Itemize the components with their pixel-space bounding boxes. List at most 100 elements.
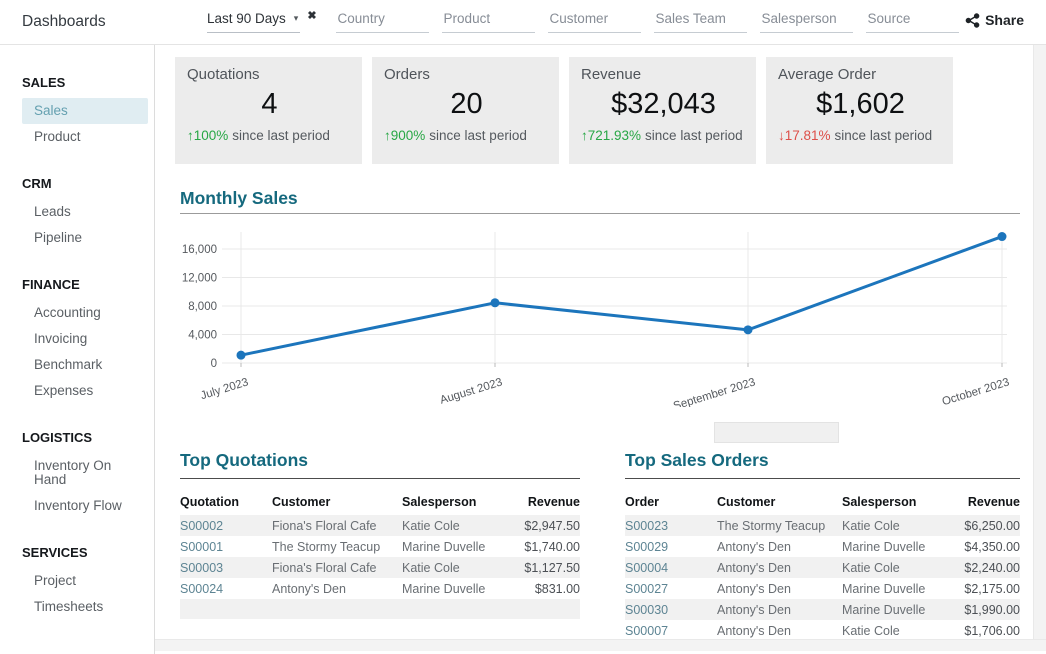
salesperson-cell: Marine Duvelle xyxy=(842,599,960,620)
revenue-cell: $2,175.00 xyxy=(960,578,1020,599)
clear-filter-icon[interactable]: ✖ xyxy=(307,9,316,22)
salesperson-cell: Katie Cole xyxy=(402,557,514,578)
sidebar-section-header: SALES xyxy=(22,75,154,90)
sidebar-section-header: FINANCE xyxy=(22,277,154,292)
svg-text:August 2023: August 2023 xyxy=(439,376,504,406)
kpi-card-average-order: Average Order$1,602↓17.81%since last per… xyxy=(766,57,953,164)
sidebar-item-leads[interactable]: Leads xyxy=(22,199,148,225)
record-link[interactable]: S00029 xyxy=(625,536,717,557)
arrow-up-icon: ↑ xyxy=(187,128,194,143)
salesperson-cell: Katie Cole xyxy=(842,620,960,641)
top-quotations-title: Top Quotations xyxy=(180,450,580,479)
kpi-delta-suffix: since last period xyxy=(645,128,743,143)
revenue-cell: $1,127.50 xyxy=(514,557,580,578)
kpi-card-orders: Orders20↑900%since last period xyxy=(372,57,559,164)
sidebar-item-invoicing[interactable]: Invoicing xyxy=(22,326,148,352)
filter-input-customer[interactable] xyxy=(548,8,641,33)
sidebar-item-accounting[interactable]: Accounting xyxy=(22,300,148,326)
kpi-delta-suffix: since last period xyxy=(232,128,330,143)
record-link[interactable]: S00023 xyxy=(625,515,717,536)
salesperson-cell xyxy=(402,599,514,619)
record-link[interactable]: S00002 xyxy=(180,515,272,536)
sidebar-item-inventory-on-hand[interactable]: Inventory On Hand xyxy=(22,453,148,493)
record-link[interactable]: S00001 xyxy=(180,536,272,557)
record-link[interactable]: S00004 xyxy=(625,557,717,578)
record-link[interactable]: S00027 xyxy=(625,578,717,599)
sidebar-nav: SALES SalesProduct CRMLeadsPipeline FINANCE… xyxy=(0,75,154,620)
customer-cell: Antony's Den xyxy=(717,599,842,620)
sidebar-item-product[interactable]: Product xyxy=(22,124,148,150)
sidebar-item-project[interactable]: Project xyxy=(22,568,148,594)
filter-input-source[interactable] xyxy=(866,8,959,33)
salesperson-cell: Marine Duvelle xyxy=(402,536,514,557)
revenue-cell: $2,947.50 xyxy=(514,515,580,536)
revenue-cell: $4,350.00 xyxy=(960,536,1020,557)
sidebar-item-timesheets[interactable]: Timesheets xyxy=(22,594,148,620)
sidebar-item-expenses[interactable]: Expenses xyxy=(22,378,148,404)
kpi-delta-percent: 17.81% xyxy=(785,128,831,143)
top-bar: Dashboards Last 90 Days ▾ ✖ Share xyxy=(0,0,1046,45)
filter-input-sales-team[interactable] xyxy=(654,8,747,33)
kpi-delta-percent: 721.93% xyxy=(588,128,641,143)
horizontal-scrollbar[interactable] xyxy=(155,639,1046,651)
monthly-sales-section: Monthly Sales 04,0008,00012,00016,000Jul… xyxy=(180,188,1020,407)
share-button[interactable]: Share xyxy=(965,12,1024,28)
table-row: S00030Antony's DenMarine Duvelle$1,990.0… xyxy=(625,599,1020,620)
sidebar: SALES SalesProduct CRMLeadsPipeline FINANCE… xyxy=(0,45,155,654)
column-header-salesperson: Salesperson xyxy=(842,492,960,515)
vertical-scrollbar[interactable] xyxy=(1033,45,1046,639)
table-header-row: OrderCustomerSalespersonRevenue xyxy=(625,492,1020,515)
kpi-card-quotations: Quotations4↑100%since last period xyxy=(175,57,362,164)
sidebar-section-sales: SALES SalesProduct xyxy=(0,75,154,150)
record-link[interactable]: S00030 xyxy=(625,599,717,620)
customer-cell: Antony's Den xyxy=(717,578,842,599)
sidebar-item-sales[interactable]: Sales xyxy=(22,98,148,124)
table-row: S00003Fiona's Floral CafeKatie Cole$1,12… xyxy=(180,557,580,578)
filter-input-country[interactable] xyxy=(336,8,429,33)
arrow-up-icon: ↑ xyxy=(384,128,391,143)
salesperson-cell: Marine Duvelle xyxy=(842,536,960,557)
record-link[interactable]: S00024 xyxy=(180,578,272,599)
top-sales-orders-table: OrderCustomerSalespersonRevenue S00023Th… xyxy=(625,492,1020,641)
customer-cell: Antony's Den xyxy=(717,557,842,578)
filter-input-product[interactable] xyxy=(442,8,535,33)
kpi-title: Quotations xyxy=(187,66,352,83)
kpi-title: Orders xyxy=(384,66,549,83)
salesperson-cell: Marine Duvelle xyxy=(402,578,514,599)
kpi-delta: ↑100%since last period xyxy=(187,128,352,143)
table-row: S00027Antony's DenMarine Duvelle$2,175.0… xyxy=(625,578,1020,599)
filter-input-salesperson[interactable] xyxy=(760,8,853,33)
top-quotations-table: QuotationCustomerSalespersonRevenue S000… xyxy=(180,492,580,619)
share-label: Share xyxy=(985,12,1024,28)
date-range-filter[interactable]: Last 90 Days ▾ xyxy=(207,8,300,33)
revenue-cell: $1,706.00 xyxy=(960,620,1020,641)
salesperson-cell: Marine Duvelle xyxy=(842,578,960,599)
sidebar-section-header: SERVICES xyxy=(22,545,154,560)
record-link[interactable]: S00007 xyxy=(625,620,717,641)
sidebar-item-pipeline[interactable]: Pipeline xyxy=(22,225,148,251)
chart-scrollbar[interactable] xyxy=(714,422,839,443)
svg-text:12,000: 12,000 xyxy=(182,273,217,285)
kpi-row: Quotations4↑100%since last periodOrders2… xyxy=(175,57,963,164)
dashboard-page: Dashboards Last 90 Days ▾ ✖ Share xyxy=(0,0,1046,654)
kpi-delta-suffix: since last period xyxy=(429,128,527,143)
monthly-sales-chart: 04,0008,00012,00016,000July 2023August 2… xyxy=(180,222,1025,407)
column-header-order: Order xyxy=(625,492,717,515)
column-header-customer: Customer xyxy=(272,492,402,515)
chevron-down-icon: ▾ xyxy=(294,13,299,24)
sidebar-section-crm: CRMLeadsPipeline xyxy=(0,176,154,251)
table-row: S00004Antony's DenKatie Cole$2,240.00 xyxy=(625,557,1020,578)
revenue-cell: $2,240.00 xyxy=(960,557,1020,578)
record-link[interactable]: S00003 xyxy=(180,557,272,578)
customer-cell xyxy=(272,599,402,619)
sidebar-item-benchmark[interactable]: Benchmark xyxy=(22,352,148,378)
kpi-delta: ↑721.93% since last period xyxy=(581,128,746,143)
arrow-up-icon: ↑ xyxy=(581,128,588,143)
revenue-cell: $6,250.00 xyxy=(960,515,1020,536)
filter-bar: Last 90 Days ▾ ✖ xyxy=(207,8,959,33)
sidebar-item-inventory-flow[interactable]: Inventory Flow xyxy=(22,493,148,519)
date-range-value: Last 90 Days xyxy=(207,11,286,26)
svg-text:July 2023: July 2023 xyxy=(199,376,250,402)
sidebar-section-logistics: LOGISTICSInventory On HandInventory Flow xyxy=(0,430,154,519)
kpi-delta: ↓17.81%since last period xyxy=(778,128,943,143)
